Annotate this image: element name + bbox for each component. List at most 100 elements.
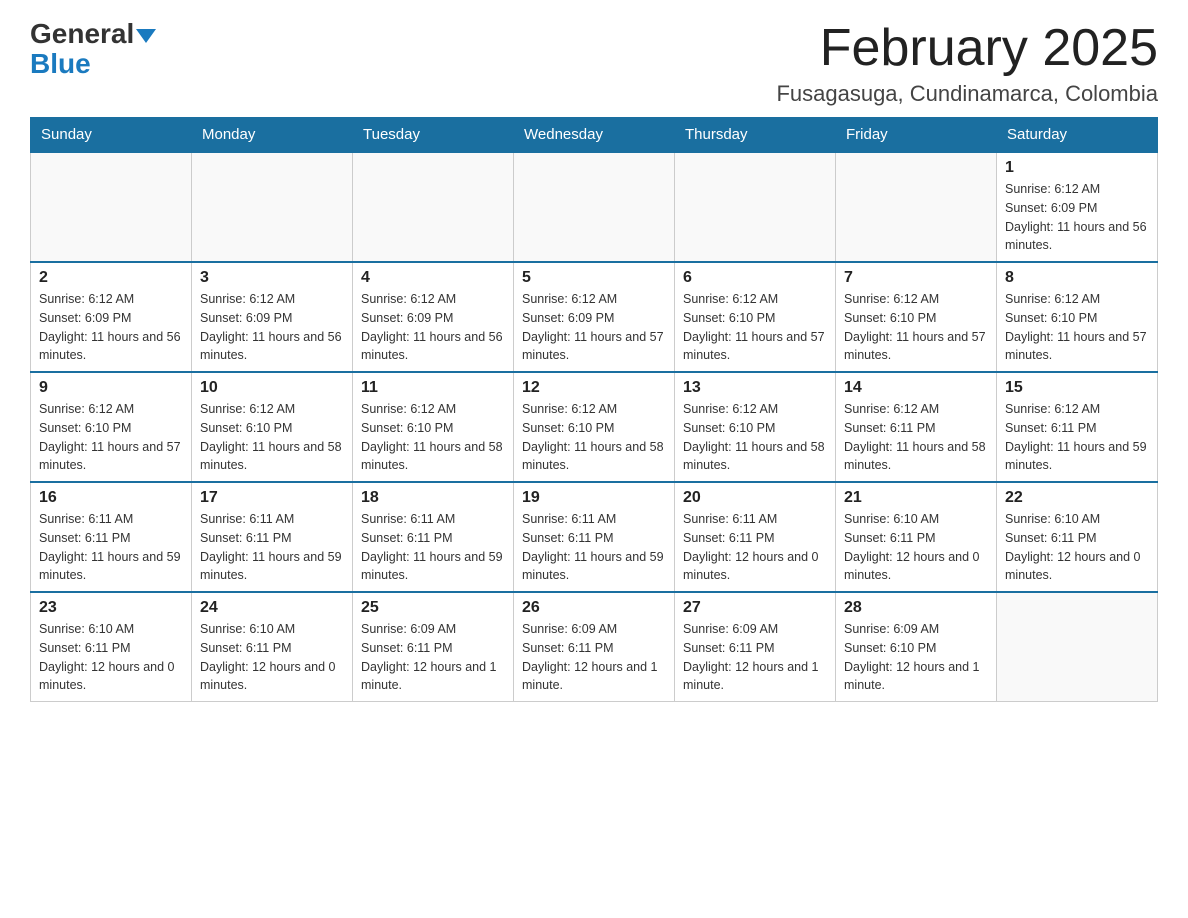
- day-number: 27: [683, 599, 827, 617]
- day-info: Sunrise: 6:12 AMSunset: 6:09 PMDaylight:…: [200, 290, 344, 365]
- table-row: 19 Sunrise: 6:11 AMSunset: 6:11 PMDayligh…: [514, 482, 675, 592]
- day-number: 19: [522, 489, 666, 507]
- table-row: 23 Sunrise: 6:10 AMSunset: 6:11 PMDayligh…: [31, 592, 192, 702]
- day-info: Sunrise: 6:10 AMSunset: 6:11 PMDaylight:…: [39, 620, 183, 695]
- day-number: 10: [200, 379, 344, 397]
- table-row: [514, 152, 675, 262]
- day-info: Sunrise: 6:12 AMSunset: 6:10 PMDaylight:…: [39, 400, 183, 475]
- table-row: [997, 592, 1158, 702]
- day-number: 5: [522, 269, 666, 287]
- day-number: 14: [844, 379, 988, 397]
- table-row: 24Sunrise: 6:10 AMSunset: 6:11 PMDayligh…: [192, 592, 353, 702]
- table-row: 27 Sunrise: 6:09 AMSunset: 6:11 PMDayligh…: [675, 592, 836, 702]
- day-info: Sunrise: 6:12 AMSunset: 6:09 PMDaylight:…: [361, 290, 505, 365]
- day-info: Sunrise: 6:11 AMSunset: 6:11 PMDaylight:…: [683, 510, 827, 585]
- day-number: 8: [1005, 269, 1149, 287]
- table-row: 21 Sunrise: 6:10 AMSunset: 6:11 PMDayligh…: [836, 482, 997, 592]
- day-info: Sunrise: 6:12 AMSunset: 6:09 PMDaylight:…: [522, 290, 666, 365]
- table-row: 10 Sunrise: 6:12 AMSunset: 6:10 PMDayligh…: [192, 372, 353, 482]
- day-info: Sunrise: 6:11 AMSunset: 6:11 PMDaylight:…: [39, 510, 183, 585]
- title-block: February 2025 Fusagasuga, Cundinamarca, …: [776, 20, 1158, 107]
- day-number: 7: [844, 269, 988, 287]
- month-title: February 2025: [776, 20, 1158, 77]
- calendar-week-2: 2 Sunrise: 6:12 AMSunset: 6:09 PMDaylight…: [31, 262, 1158, 372]
- logo-part2: Blue: [30, 50, 91, 78]
- table-row: 9 Sunrise: 6:12 AMSunset: 6:10 PMDaylight…: [31, 372, 192, 482]
- logo-part1: General: [30, 20, 156, 48]
- table-row: 22 Sunrise: 6:10 AMSunset: 6:11 PMDayligh…: [997, 482, 1158, 592]
- day-number: 16: [39, 489, 183, 507]
- day-info: Sunrise: 6:11 AMSunset: 6:11 PMDaylight:…: [200, 510, 344, 585]
- table-row: 4Sunrise: 6:12 AMSunset: 6:09 PMDaylight…: [353, 262, 514, 372]
- day-number: 25: [361, 599, 505, 617]
- day-info: Sunrise: 6:10 AMSunset: 6:11 PMDaylight:…: [844, 510, 988, 585]
- table-row: [353, 152, 514, 262]
- day-info: Sunrise: 6:12 AMSunset: 6:10 PMDaylight:…: [683, 290, 827, 365]
- table-row: 5 Sunrise: 6:12 AMSunset: 6:09 PMDaylight…: [514, 262, 675, 372]
- day-number: 13: [683, 379, 827, 397]
- table-row: 14 Sunrise: 6:12 AMSunset: 6:11 PMDayligh…: [836, 372, 997, 482]
- day-info: Sunrise: 6:09 AMSunset: 6:11 PMDaylight:…: [522, 620, 666, 695]
- day-number: 2: [39, 269, 183, 287]
- table-row: 17 Sunrise: 6:11 AMSunset: 6:11 PMDayligh…: [192, 482, 353, 592]
- table-row: [31, 152, 192, 262]
- calendar-week-4: 16 Sunrise: 6:11 AMSunset: 6:11 PMDayligh…: [31, 482, 1158, 592]
- table-row: 25Sunrise: 6:09 AMSunset: 6:11 PMDayligh…: [353, 592, 514, 702]
- table-row: 3 Sunrise: 6:12 AMSunset: 6:09 PMDaylight…: [192, 262, 353, 372]
- day-info: Sunrise: 6:09 AMSunset: 6:11 PMDaylight:…: [683, 620, 827, 695]
- day-number: 3: [200, 269, 344, 287]
- day-info: Sunrise: 6:12 AMSunset: 6:11 PMDaylight:…: [844, 400, 988, 475]
- day-number: 28: [844, 599, 988, 617]
- day-number: 6: [683, 269, 827, 287]
- table-row: 12 Sunrise: 6:12 AMSunset: 6:10 PMDayligh…: [514, 372, 675, 482]
- day-info: Sunrise: 6:12 AMSunset: 6:09 PMDaylight:…: [1005, 180, 1149, 255]
- day-info: Sunrise: 6:12 AMSunset: 6:10 PMDaylight:…: [522, 400, 666, 475]
- calendar-week-5: 23 Sunrise: 6:10 AMSunset: 6:11 PMDayligh…: [31, 592, 1158, 702]
- day-number: 22: [1005, 489, 1149, 507]
- table-row: [675, 152, 836, 262]
- col-tuesday: Tuesday: [353, 118, 514, 153]
- day-number: 24: [200, 599, 344, 617]
- day-number: 23: [39, 599, 183, 617]
- table-row: 8 Sunrise: 6:12 AMSunset: 6:10 PMDaylight…: [997, 262, 1158, 372]
- table-row: 2 Sunrise: 6:12 AMSunset: 6:09 PMDaylight…: [31, 262, 192, 372]
- day-info: Sunrise: 6:12 AMSunset: 6:09 PMDaylight:…: [39, 290, 183, 365]
- table-row: 28Sunrise: 6:09 AMSunset: 6:10 PMDayligh…: [836, 592, 997, 702]
- col-saturday: Saturday: [997, 118, 1158, 153]
- day-number: 11: [361, 379, 505, 397]
- day-info: Sunrise: 6:12 AMSunset: 6:10 PMDaylight:…: [683, 400, 827, 475]
- table-row: 20 Sunrise: 6:11 AMSunset: 6:11 PMDayligh…: [675, 482, 836, 592]
- day-info: Sunrise: 6:12 AMSunset: 6:10 PMDaylight:…: [1005, 290, 1149, 365]
- table-row: 11Sunrise: 6:12 AMSunset: 6:10 PMDayligh…: [353, 372, 514, 482]
- day-info: Sunrise: 6:11 AMSunset: 6:11 PMDaylight:…: [522, 510, 666, 585]
- day-number: 18: [361, 489, 505, 507]
- day-info: Sunrise: 6:12 AMSunset: 6:10 PMDaylight:…: [200, 400, 344, 475]
- page-header: General Blue February 2025 Fusagasuga, C…: [30, 20, 1158, 107]
- day-number: 20: [683, 489, 827, 507]
- day-number: 21: [844, 489, 988, 507]
- table-row: 13 Sunrise: 6:12 AMSunset: 6:10 PMDayligh…: [675, 372, 836, 482]
- table-row: 15Sunrise: 6:12 AMSunset: 6:11 PMDayligh…: [997, 372, 1158, 482]
- table-row: 16 Sunrise: 6:11 AMSunset: 6:11 PMDayligh…: [31, 482, 192, 592]
- col-thursday: Thursday: [675, 118, 836, 153]
- col-sunday: Sunday: [31, 118, 192, 153]
- day-number: 9: [39, 379, 183, 397]
- day-info: Sunrise: 6:11 AMSunset: 6:11 PMDaylight:…: [361, 510, 505, 585]
- col-wednesday: Wednesday: [514, 118, 675, 153]
- logo-triangle-icon: [136, 29, 156, 43]
- day-info: Sunrise: 6:12 AMSunset: 6:10 PMDaylight:…: [844, 290, 988, 365]
- table-row: 18 Sunrise: 6:11 AMSunset: 6:11 PMDayligh…: [353, 482, 514, 592]
- col-friday: Friday: [836, 118, 997, 153]
- calendar-week-3: 9 Sunrise: 6:12 AMSunset: 6:10 PMDaylight…: [31, 372, 1158, 482]
- calendar-table: Sunday Monday Tuesday Wednesday Thursday…: [30, 117, 1158, 702]
- day-number: 17: [200, 489, 344, 507]
- table-row: [192, 152, 353, 262]
- day-number: 1: [1005, 159, 1149, 177]
- location-subtitle: Fusagasuga, Cundinamarca, Colombia: [776, 81, 1158, 107]
- col-monday: Monday: [192, 118, 353, 153]
- day-number: 12: [522, 379, 666, 397]
- day-info: Sunrise: 6:10 AMSunset: 6:11 PMDaylight:…: [1005, 510, 1149, 585]
- day-number: 15: [1005, 379, 1149, 397]
- table-row: 1 Sunrise: 6:12 AMSunset: 6:09 PMDaylight…: [997, 152, 1158, 262]
- table-row: 6 Sunrise: 6:12 AMSunset: 6:10 PMDaylight…: [675, 262, 836, 372]
